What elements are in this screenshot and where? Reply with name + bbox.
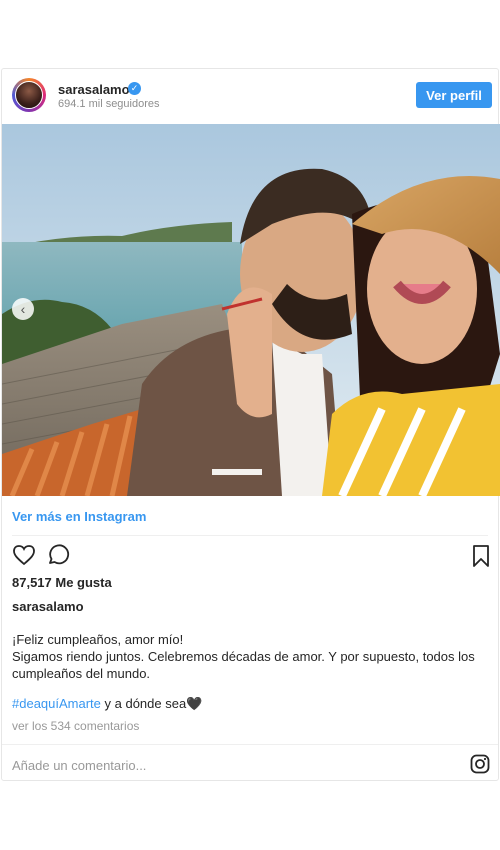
chevron-left-icon[interactable]: ‹ — [12, 298, 34, 320]
comment-bubble-icon[interactable] — [46, 544, 70, 566]
bookmark-icon[interactable] — [472, 544, 490, 568]
verified-badge-icon: ✓ — [128, 82, 141, 95]
instagram-embed-card: sarasalamo ✓ 694.1 mil seguidores Ver pe… — [1, 68, 500, 783]
view-more-link[interactable]: Ver más en Instagram — [12, 509, 146, 524]
avatar[interactable] — [12, 78, 46, 112]
post-header: sarasalamo ✓ 694.1 mil seguidores Ver pe… — [2, 69, 498, 123]
action-bar — [2, 542, 498, 570]
view-profile-button[interactable]: Ver perfil — [416, 82, 492, 108]
caption-hashtag-line: #deaquíAmarte y a dónde sea🖤 — [12, 696, 202, 712]
like-count: 87,517 Me gusta — [12, 575, 112, 590]
username[interactable]: sarasalamo — [58, 82, 130, 97]
caption-line: ¡Feliz cumpleaños, amor mío! — [12, 632, 184, 647]
caption-line: Sigamos riendo juntos. Celebremos década… — [12, 649, 475, 681]
heart-icon[interactable] — [12, 544, 36, 566]
divider — [12, 535, 488, 536]
caption-username[interactable]: sarasalamo — [12, 599, 84, 614]
follower-count: 694.1 mil seguidores — [58, 98, 160, 110]
view-comments-link[interactable]: ver los 534 comentarios — [12, 719, 139, 733]
post-photo[interactable]: ‹ — [2, 124, 500, 496]
comment-input[interactable]: Añade un comentario... — [12, 758, 412, 773]
hashtag-suffix: y a dónde sea🖤 — [100, 696, 203, 711]
photo-illustration — [2, 124, 500, 496]
comment-bar: Añade un comentario... — [2, 744, 498, 783]
hashtag-link[interactable]: #deaquíAmarte — [12, 696, 101, 711]
instagram-icon[interactable] — [470, 754, 490, 774]
avatar-photo — [15, 81, 43, 109]
caption-text: ¡Feliz cumpleaños, amor mío! Sigamos rie… — [12, 631, 482, 682]
